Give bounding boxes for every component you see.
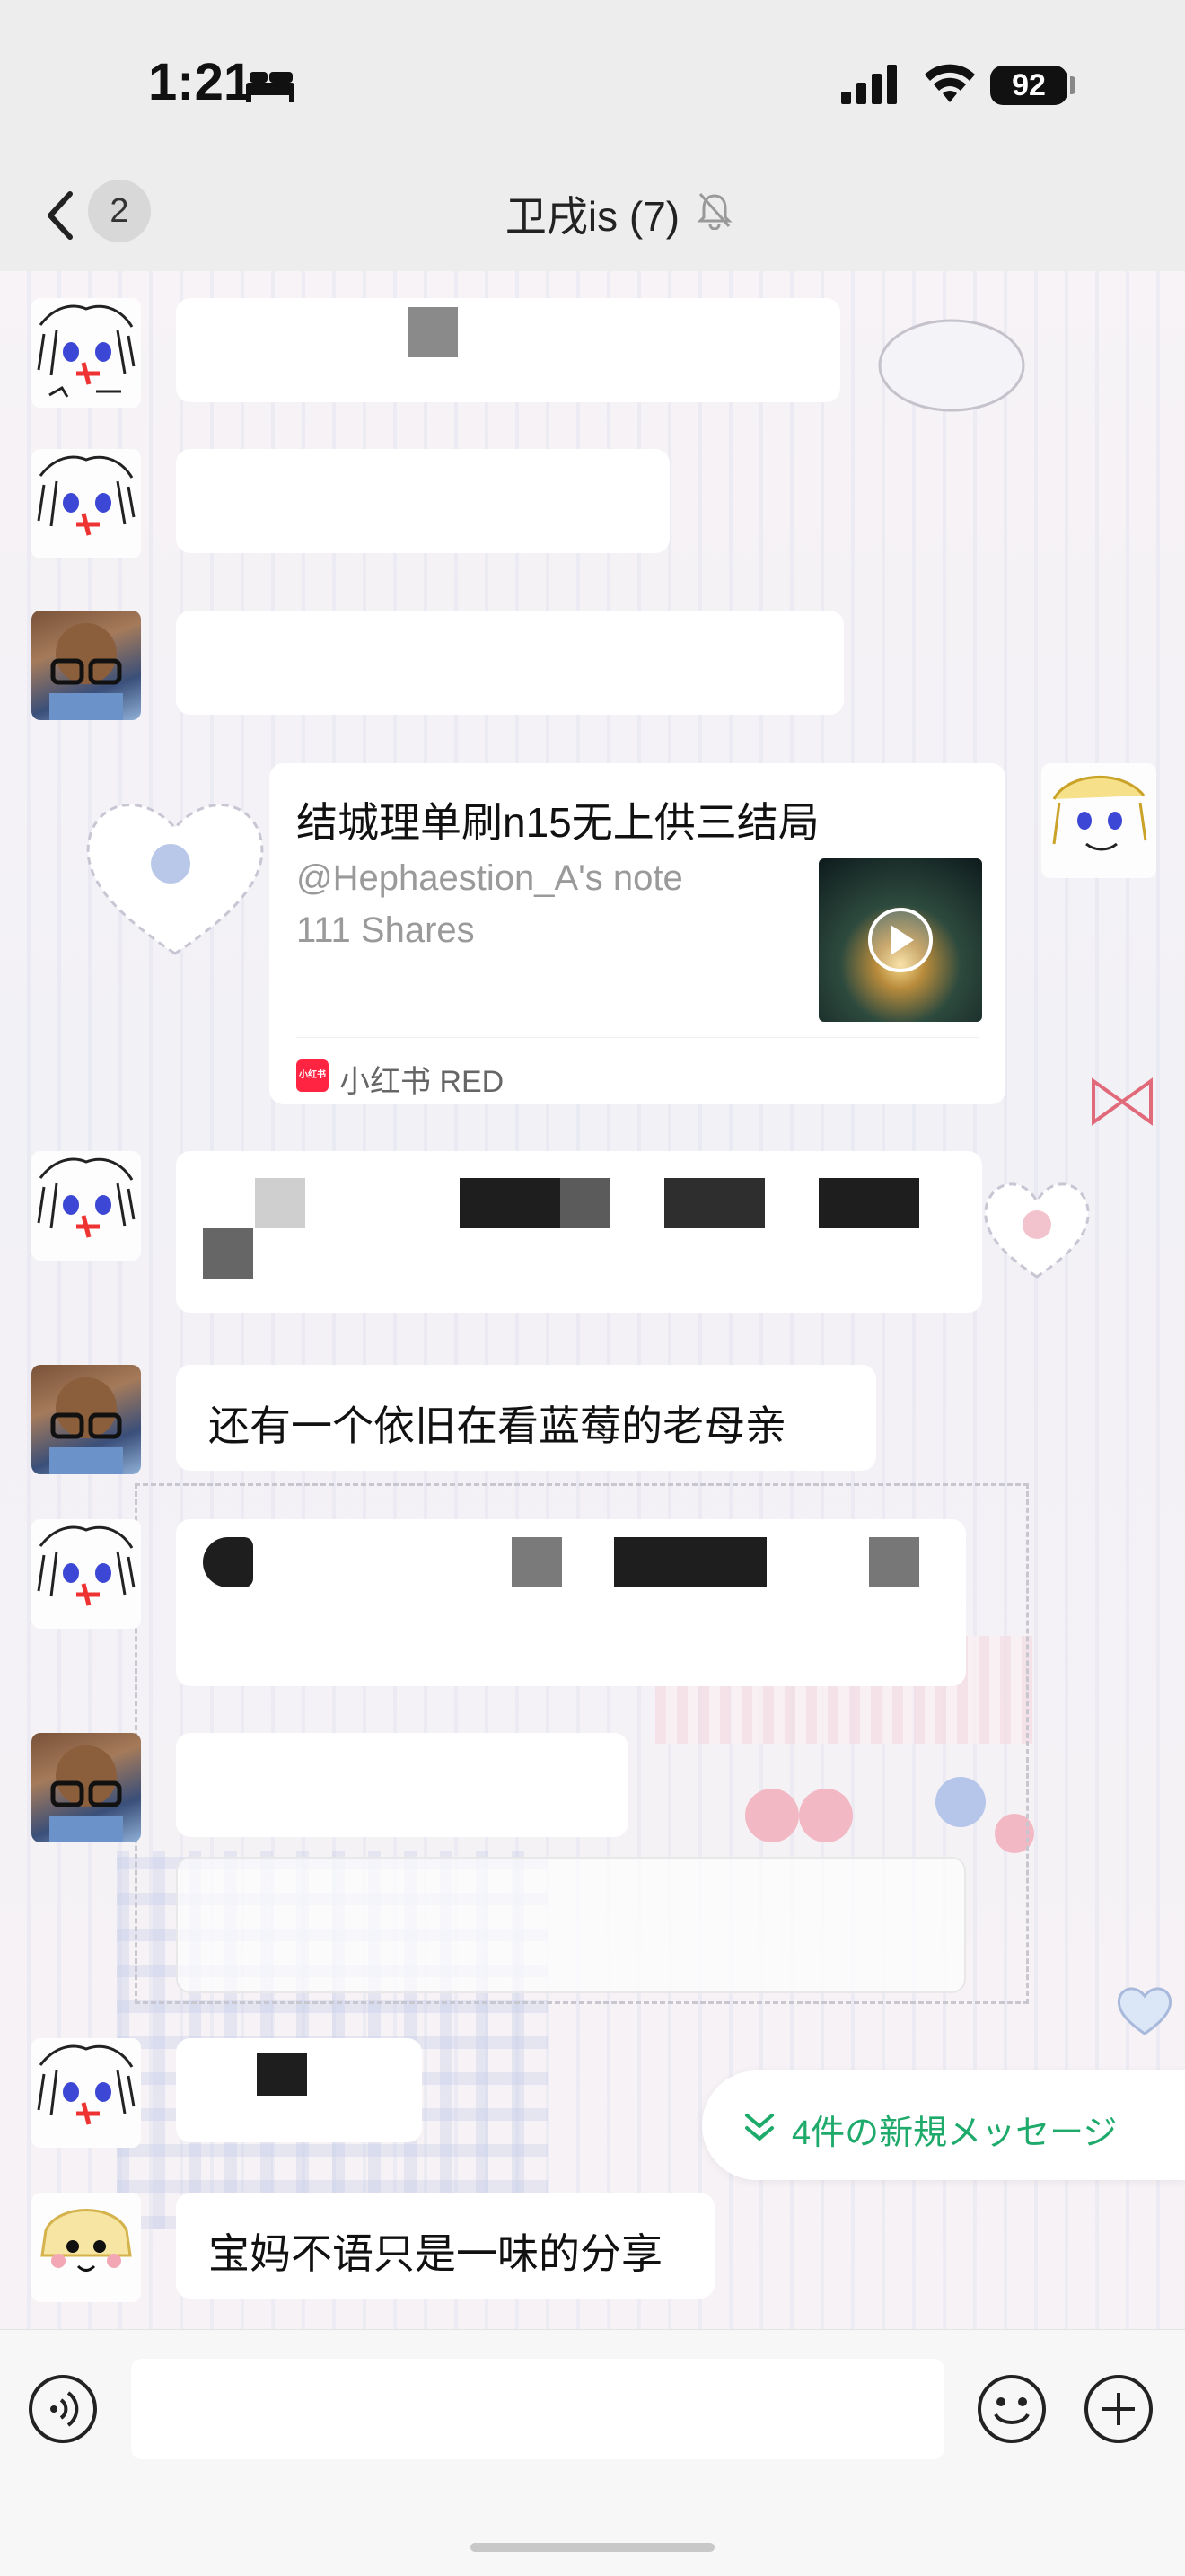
emoji-icon[interactable]: [976, 2373, 1048, 2445]
sketch-avatar-icon: [37, 455, 136, 536]
heart-outline-decoration: [984, 1182, 1090, 1279]
photo-avatar-icon: [49, 1377, 123, 1474]
xiaohongshu-logo-icon: 小红书: [296, 1059, 329, 1092]
message-bubble[interactable]: [176, 2038, 422, 2142]
battery-level: 92: [990, 66, 1067, 105]
message-text: 宝妈不语只是一味的分享: [208, 2230, 663, 2277]
sketch-avatar-icon: [1052, 776, 1147, 851]
my-avatar[interactable]: [1041, 763, 1156, 878]
new-messages-label: 4件の新規メッセージ: [792, 2114, 1118, 2152]
avatar[interactable]: [31, 2193, 141, 2302]
chat-title[interactable]: 卫戌is (7): [505, 184, 680, 243]
redacted-block: [257, 2053, 307, 2096]
redacted-block: [408, 307, 458, 357]
avatar[interactable]: [31, 1519, 141, 1629]
mute-bell-icon: [697, 193, 733, 230]
play-icon: [868, 908, 933, 972]
plus-icon[interactable]: [1083, 2373, 1154, 2445]
video-thumbnail[interactable]: [819, 858, 982, 1022]
redacted-block: [664, 1178, 765, 1228]
sketch-avatar-icon: [37, 1525, 136, 1606]
message-bubble[interactable]: [176, 1733, 628, 1837]
chibi-avatar-icon: [40, 2209, 132, 2272]
redacted-block: [460, 1178, 560, 1228]
share-card-divider: [296, 1037, 979, 1038]
avatar[interactable]: [31, 2038, 141, 2148]
share-card-author: @Hephaestion_A's note: [296, 858, 683, 898]
bow-decoration: [1092, 1077, 1153, 1126]
chevron-double-down-icon: [745, 2114, 774, 2141]
input-bar: [0, 2329, 1185, 2576]
share-card[interactable]: 结城理单刷n15无上供三结局 @Hephaestion_A's note 111…: [269, 763, 1005, 1104]
heart-decoration: [86, 804, 264, 955]
redacted-block: [255, 1178, 305, 1228]
status-bar: 1:21 92: [0, 0, 1185, 171]
avatar[interactable]: [31, 1151, 141, 1261]
sketch-avatar-icon: [37, 2044, 136, 2125]
redacted-block: [512, 1537, 562, 1587]
wifi-icon: [925, 64, 975, 102]
avatar[interactable]: [31, 449, 141, 558]
message-bubble[interactable]: 还有一个依旧在看蓝莓的老母亲: [176, 1365, 876, 1471]
share-card-shares: 111 Shares: [296, 910, 475, 950]
photo-avatar-icon: [49, 623, 123, 720]
heart-small-decoration: [1117, 1987, 1172, 2035]
avatar[interactable]: [31, 298, 141, 408]
redacted-block: [819, 1178, 919, 1228]
share-card-source: 小红书 RED: [339, 1065, 505, 1099]
new-messages-button[interactable]: 4件の新規メッセージ: [702, 2070, 1185, 2180]
avatar[interactable]: [31, 1365, 141, 1474]
status-time: 1:21: [148, 53, 253, 111]
avatar[interactable]: [31, 611, 141, 720]
message-bubble[interactable]: [176, 1519, 966, 1686]
message-bubble[interactable]: 宝妈不语只是一味的分享: [176, 2193, 715, 2299]
message-text: 还有一个依旧在看蓝莓的老母亲: [208, 1402, 786, 1449]
redacted-block: [560, 1178, 610, 1228]
oval-label-decoration: [878, 319, 1025, 412]
sketch-avatar-icon: [37, 1157, 136, 1238]
message-bubble[interactable]: [176, 1857, 966, 1993]
home-indicator: [470, 2543, 715, 2552]
redacted-block: [203, 1537, 253, 1587]
share-card-title: 结城理单刷n15无上供三结局: [296, 799, 820, 846]
battery-tip: [1070, 76, 1075, 94]
redacted-block: [614, 1537, 767, 1587]
avatar[interactable]: [31, 1733, 141, 1842]
chat-title-row: 卫戌is (7): [0, 184, 1185, 243]
message-bubble[interactable]: [176, 1151, 982, 1313]
cellular-signal-icon: [841, 65, 897, 104]
redacted-block: [869, 1537, 919, 1587]
photo-avatar-icon: [49, 1745, 123, 1842]
message-input[interactable]: [131, 2359, 944, 2459]
message-bubble[interactable]: [176, 449, 670, 553]
voice-icon[interactable]: [27, 2373, 99, 2445]
message-bubble[interactable]: [176, 611, 844, 715]
sketch-avatar-icon: [37, 304, 136, 398]
message-bubble[interactable]: [176, 298, 840, 402]
redacted-block: [203, 1228, 253, 1279]
sleep-focus-icon: [246, 72, 294, 102]
